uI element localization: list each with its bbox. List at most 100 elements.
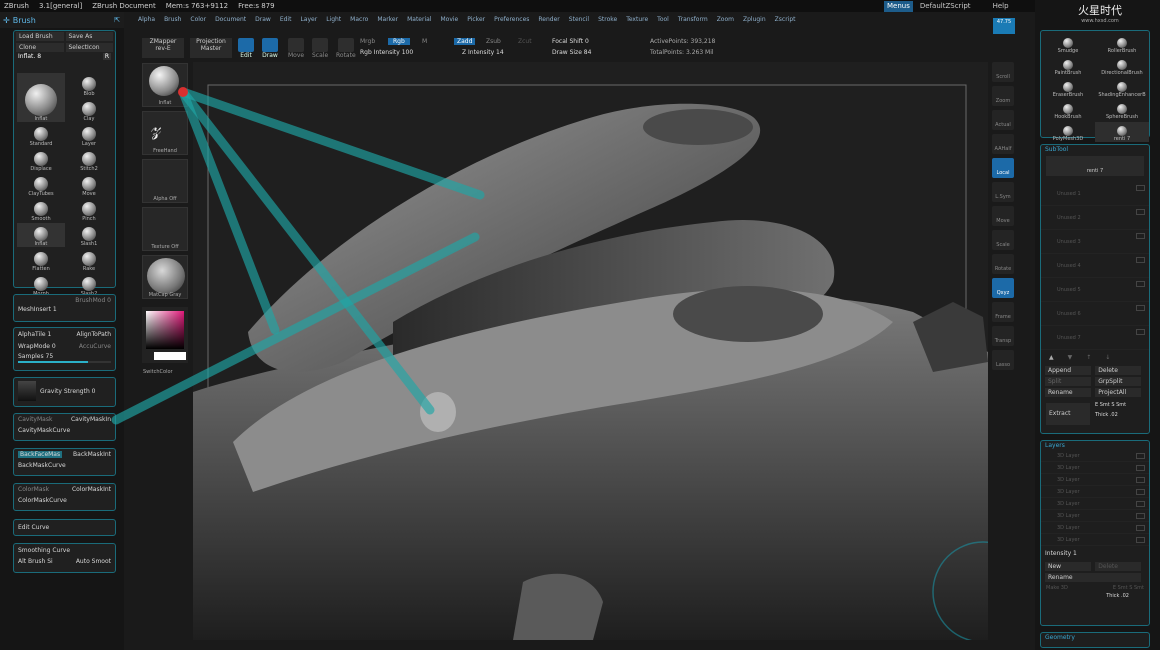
qxyz-button[interactable]: Qxyz <box>992 278 1014 298</box>
tool-paintbrush[interactable]: PaintBrush <box>1041 56 1095 76</box>
menu-texture[interactable]: Texture <box>626 16 648 23</box>
clone-button[interactable]: Clone <box>16 43 64 52</box>
alpha-thumb[interactable]: Alpha Off <box>142 159 188 203</box>
visibility-eye-icon[interactable] <box>1136 281 1145 287</box>
rotate-button[interactable]: Rotate <box>992 254 1014 274</box>
default-zscript[interactable]: DefaultZScript <box>917 1 974 12</box>
rgb-intensity-slider[interactable]: Rgb Intensity 100 <box>360 49 413 56</box>
layer-row[interactable]: 3D Layer <box>1041 510 1149 522</box>
subtool-slot[interactable]: Unused 1 <box>1041 182 1149 206</box>
menus-toggle[interactable]: Menus <box>884 1 913 12</box>
layer-s-smt[interactable]: S Smt <box>1129 585 1144 591</box>
projection-master-button[interactable]: Projection Master <box>190 38 232 58</box>
layer-eye-icon[interactable] <box>1136 513 1145 519</box>
brush-flatten-13[interactable]: Flatten <box>17 248 65 272</box>
subtool-title[interactable]: SubTool <box>1041 145 1149 154</box>
aahalf-button[interactable]: AAHalf <box>992 134 1014 154</box>
menu-zplugin[interactable]: Zplugin <box>743 16 766 23</box>
mrgb-button[interactable]: Mrgb <box>360 38 375 45</box>
sculpt-viewport[interactable] <box>193 62 988 640</box>
wrap-mode-slider[interactable]: WrapMode 0 <box>18 343 56 350</box>
tool-shadingenhancerb[interactable]: ShadingEnhancerB <box>1095 78 1149 98</box>
visibility-eye-icon[interactable] <box>1136 209 1145 215</box>
edit-curve-button[interactable]: Edit Curve <box>18 524 49 531</box>
geometry-title[interactable]: Geometry <box>1041 633 1149 642</box>
layer-row[interactable]: 3D Layer <box>1041 522 1149 534</box>
brush-inflat-11[interactable]: Inflat <box>17 223 65 247</box>
project-all-button[interactable]: ProjectAll <box>1095 388 1142 397</box>
menu-light[interactable]: Light <box>326 16 341 23</box>
layer-row[interactable]: 3D Layer <box>1041 450 1149 462</box>
rgb-button[interactable]: Rgb <box>388 38 410 45</box>
layer-row[interactable]: 3D Layer <box>1041 486 1149 498</box>
color-mask-toggle[interactable]: ColorMask <box>18 486 49 493</box>
lasso-button[interactable]: Lasso <box>992 350 1014 370</box>
cavity-mask-int-slider[interactable]: CavityMaskIn <box>71 416 111 423</box>
layers-title[interactable]: Layers <box>1041 441 1149 450</box>
samples-track[interactable] <box>18 361 111 363</box>
make-3d-button[interactable]: Make 3D <box>1046 585 1068 591</box>
brush-move-8[interactable]: Move <box>65 173 113 197</box>
brush-layer-4[interactable]: Layer <box>65 123 113 147</box>
smoothing-curve[interactable]: Smoothing Curve <box>18 547 111 554</box>
brush-header[interactable]: ✛ Brush ⇱ <box>0 12 124 28</box>
z-intensity-slider[interactable]: Z Intensity 14 <box>462 49 504 56</box>
scroll-button[interactable]: Scroll <box>992 62 1014 82</box>
tool-smudge[interactable]: Smudge <box>1041 34 1095 54</box>
layer-eye-icon[interactable] <box>1136 489 1145 495</box>
subtool-slot[interactable]: Unused 4 <box>1041 254 1149 278</box>
menu-layer[interactable]: Layer <box>300 16 317 23</box>
tool-spherebrush[interactable]: SphereBrush <box>1095 100 1149 120</box>
zoom-button[interactable]: Zoom <box>992 86 1014 106</box>
menu-render[interactable]: Render <box>538 16 559 23</box>
menu-edit[interactable]: Edit <box>280 16 292 23</box>
layer-eye-icon[interactable] <box>1136 453 1145 459</box>
tool-eraserbrush[interactable]: EraserBrush <box>1041 78 1095 98</box>
gravity-strength-slider[interactable]: Gravity Strength 0 <box>40 388 96 395</box>
menu-preferences[interactable]: Preferences <box>494 16 529 23</box>
draw-button[interactable]: Draw <box>262 38 278 59</box>
layer-e-smt[interactable]: E Smt <box>1113 585 1128 591</box>
menu-picker[interactable]: Picker <box>467 16 485 23</box>
texture-thumb[interactable]: Texture Off <box>142 207 188 251</box>
visibility-eye-icon[interactable] <box>1136 305 1145 311</box>
layer-thick-slider[interactable]: Thick .02 <box>1041 593 1149 599</box>
new-layer-button[interactable]: New <box>1045 562 1091 571</box>
stroke-thumb[interactable]: 𝓏 FreeHand <box>142 111 188 155</box>
secondary-color-swatch[interactable] <box>154 352 186 360</box>
brush-rake-14[interactable]: Rake <box>65 248 113 272</box>
switch-color-button[interactable]: SwitchColor <box>143 369 173 375</box>
brush-claytubes-7[interactable]: ClayTubes <box>17 173 65 197</box>
samples-slider[interactable]: Samples 75 <box>18 353 111 360</box>
color-gradient-swatch[interactable] <box>146 311 184 349</box>
menu-zoom[interactable]: Zoom <box>717 16 734 23</box>
menu-document[interactable]: Document <box>215 16 246 23</box>
scale-button[interactable]: Scale <box>992 230 1014 250</box>
swap-up-icon[interactable]: ↑ <box>1086 354 1091 361</box>
select-icon-button[interactable]: SelectIcon <box>65 43 113 52</box>
edit-button[interactable]: Edit <box>238 38 254 59</box>
append-button[interactable]: Append <box>1045 366 1091 375</box>
zcut-button[interactable]: Zcut <box>518 38 532 45</box>
split-button[interactable]: Split <box>1045 377 1091 386</box>
m-button[interactable]: M <box>422 38 427 45</box>
brush-mod-slider[interactable]: BrushMod 0 <box>14 295 115 306</box>
e-smt-toggle[interactable]: E Smt <box>1095 402 1110 408</box>
brush-tray-icon[interactable]: ✛ <box>3 16 10 25</box>
brush-stitch2-6[interactable]: Stitch2 <box>65 148 113 172</box>
menu-marker[interactable]: Marker <box>377 16 398 23</box>
layer-row[interactable]: 3D Layer <box>1041 474 1149 486</box>
color-mask-curve[interactable]: ColorMaskCurve <box>18 497 111 504</box>
tool-polymesh3d[interactable]: PolyMesh3D <box>1041 122 1095 142</box>
layer-eye-icon[interactable] <box>1136 465 1145 471</box>
auto-smooth-slider[interactable]: Auto Smoot <box>76 558 111 565</box>
tool-hookbrush[interactable]: HookBrush <box>1041 100 1095 120</box>
visibility-eye-icon[interactable] <box>1136 185 1145 191</box>
rename-button[interactable]: Rename <box>1045 388 1091 397</box>
actual-button[interactable]: Actual <box>992 110 1014 130</box>
menu-brush[interactable]: Brush <box>164 16 181 23</box>
delete-layer-button[interactable]: Delete <box>1095 562 1142 571</box>
visibility-eye-icon[interactable] <box>1136 329 1145 335</box>
color-picker[interactable] <box>142 307 188 363</box>
backmask-curve[interactable]: BackMaskCurve <box>18 462 111 469</box>
